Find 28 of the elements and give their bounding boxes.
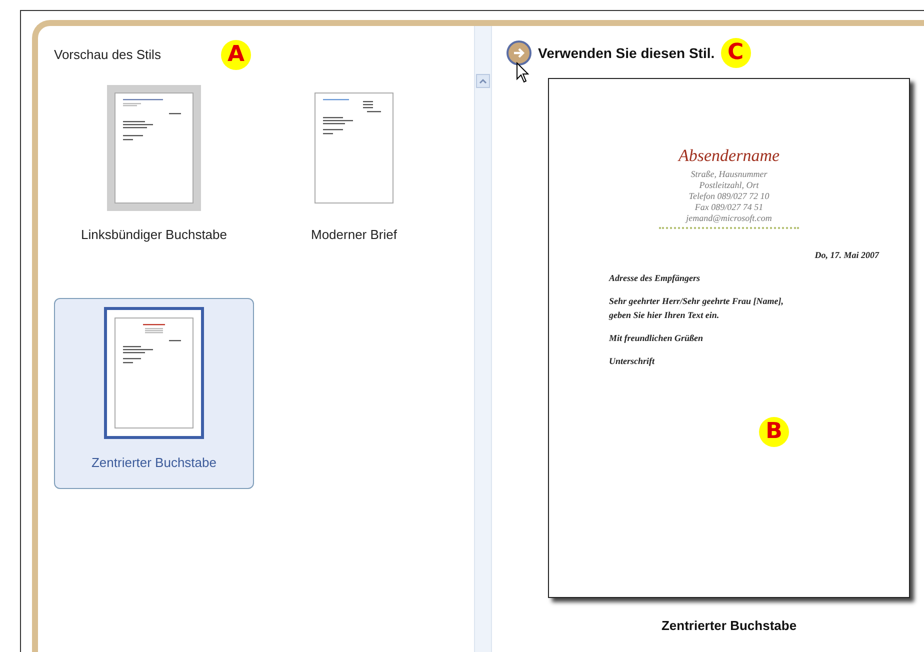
style-label: Zentrierter Buchstabe (91, 454, 216, 472)
letter-closing: Mit freundlichen Grüßen (609, 332, 704, 345)
scroll-up-icon[interactable] (476, 74, 490, 88)
sender-address-line: Postleitzahl, Ort (699, 180, 759, 190)
style-label: Linksbündiger Buchstabe (81, 226, 227, 244)
arrow-circle-icon[interactable] (506, 40, 532, 66)
callout-marker: A (220, 40, 251, 70)
letter-body-line: Sehr geehrter Herr/Sehr geehrte Frau [Name], (609, 294, 785, 308)
style-option[interactable]: Zentrierter Buchstabe (54, 298, 254, 489)
sender-address-line: Telefon 089/027 72 10 (688, 190, 770, 202)
letter-body-line: geben Sie hier Ihren Text ein. (609, 308, 720, 322)
style-option[interactable]: Linksbündiger Buchstabe (54, 76, 254, 262)
sender-address-line: Fax 089/027 74 51 (694, 202, 764, 212)
scrollbar[interactable] (474, 26, 492, 652)
mouse-pointer-icon (516, 62, 530, 84)
callout-marker: B (759, 416, 789, 446)
sender-name: Absendername (678, 145, 780, 167)
use-style-link[interactable]: Verwenden Sie diesen Stil. (538, 42, 715, 64)
callout-marker: C (720, 38, 751, 68)
recipient-address: Adresse des Empfängers (609, 272, 702, 285)
style-option[interactable]: Moderner Brief (254, 76, 454, 262)
sender-address-line: Straße, Hausnummer (690, 168, 768, 180)
sender-address-line: jemand@microsoft.com (686, 212, 772, 224)
letter-date: Do, 17. Mai 2007 (814, 248, 879, 262)
style-label: Moderner Brief (311, 226, 397, 244)
section-title: Vorschau des Stils (54, 46, 161, 64)
preview-caption: Zentrierter Buchstabe (660, 617, 798, 635)
letter-signature: Unterschrift (609, 355, 656, 368)
